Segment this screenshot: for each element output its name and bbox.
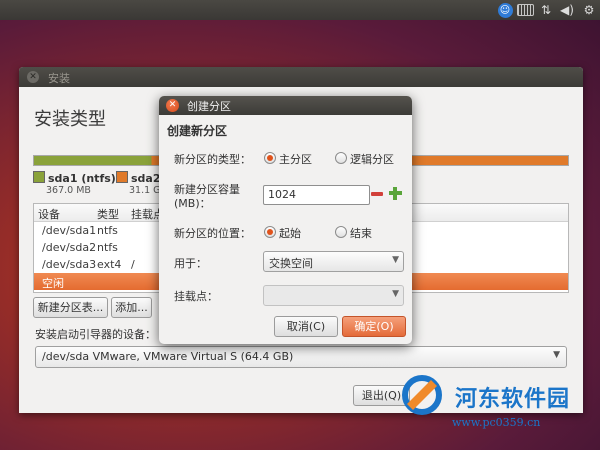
- cell-device: /dev/sda3: [42, 258, 97, 271]
- installer-titlebar: ✕ 安装: [19, 67, 583, 87]
- close-icon[interactable]: ✕: [27, 71, 39, 83]
- size-input[interactable]: 1024: [263, 185, 370, 205]
- use-as-label: 用于：: [174, 257, 207, 270]
- legend-name: sda1 (ntfs): [48, 172, 116, 185]
- radio-end[interactable]: [335, 226, 347, 238]
- create-partition-dialog: ✕ 创建分区 创建新分区 新分区的类型： 主分区 逻辑分区 新建分区容量 (MB…: [159, 96, 412, 344]
- new-partition-table-button[interactable]: 新建分区表...: [33, 297, 108, 318]
- minus-icon[interactable]: [370, 187, 384, 201]
- radio-primary-label[interactable]: 主分区: [279, 151, 312, 167]
- cell-type: ntfs: [97, 224, 118, 237]
- cancel-button[interactable]: 取消(C): [274, 316, 338, 337]
- legend-sda1: sda1 (ntfs) 367.0 MB: [33, 171, 116, 196]
- radio-beginning-label[interactable]: 起始: [279, 225, 301, 241]
- dialog-titlebar: ✕ 创建分区: [159, 96, 412, 115]
- window-title: 安装: [48, 72, 70, 85]
- radio-primary[interactable]: [264, 152, 276, 164]
- cell-device: /dev/sda1: [42, 224, 97, 237]
- cell-type: ntfs: [97, 241, 118, 254]
- gear-icon[interactable]: ⚙: [581, 1, 597, 19]
- column-header-type[interactable]: 类型: [97, 206, 119, 222]
- size-value: 1024: [268, 188, 296, 201]
- page-title: 安装类型: [34, 109, 106, 130]
- dialog-title: 创建分区: [187, 100, 231, 113]
- column-header-device[interactable]: 设备: [38, 206, 60, 222]
- ok-button[interactable]: 确定(O): [342, 316, 406, 337]
- cell-type: ext4: [97, 258, 122, 271]
- chevron-down-icon: ▼: [553, 350, 560, 360]
- dialog-heading: 创建新分区: [167, 124, 228, 138]
- legend-size: 367.0 MB: [46, 185, 91, 196]
- mount-point-select[interactable]: ▼: [263, 285, 404, 306]
- radio-beginning[interactable]: [264, 226, 276, 238]
- top-panel: ☺ ⇅ ◀) ⚙: [0, 0, 600, 20]
- boot-loader-select[interactable]: /dev/sda VMware, VMware Virtual S (64.4 …: [35, 346, 567, 368]
- chevron-down-icon: ▼: [392, 255, 399, 265]
- accessibility-icon[interactable]: ☺: [497, 1, 513, 19]
- use-as-value: 交换空间: [269, 257, 313, 270]
- mount-point-label: 挂载点：: [174, 290, 218, 303]
- radio-logical-label[interactable]: 逻辑分区: [350, 151, 394, 167]
- cell-device: 空闲: [42, 277, 64, 290]
- network-icon[interactable]: ⇅: [539, 1, 553, 19]
- legend-swatch-icon: [116, 171, 128, 183]
- plus-icon[interactable]: [388, 186, 403, 201]
- size-unit-label: (MB)：: [174, 197, 211, 210]
- chevron-down-icon: ▼: [392, 289, 399, 299]
- radio-end-label[interactable]: 结束: [350, 225, 372, 241]
- watermark-url: www.pc0359.cn: [452, 416, 541, 429]
- boot-loader-value: /dev/sda VMware, VMware Virtual S (64.4 …: [42, 350, 294, 363]
- cell-device: /dev/sda2: [42, 241, 97, 254]
- volume-icon[interactable]: ◀): [558, 1, 576, 19]
- legend-swatch-icon: [33, 171, 45, 183]
- boot-loader-label: 安装启动引导器的设备：: [35, 328, 156, 341]
- radio-logical[interactable]: [335, 152, 347, 164]
- watermark-logo-icon: [402, 375, 442, 415]
- location-label: 新分区的位置：: [174, 227, 251, 240]
- keyboard-icon[interactable]: [516, 1, 534, 19]
- watermark-text: 河东软件园: [455, 386, 571, 412]
- use-as-select[interactable]: 交换空间 ▼: [263, 251, 404, 272]
- partition-type-label: 新分区的类型：: [174, 153, 251, 166]
- add-partition-button[interactable]: 添加...: [111, 297, 152, 318]
- close-icon[interactable]: ✕: [166, 99, 179, 112]
- cell-mount: /: [131, 258, 135, 271]
